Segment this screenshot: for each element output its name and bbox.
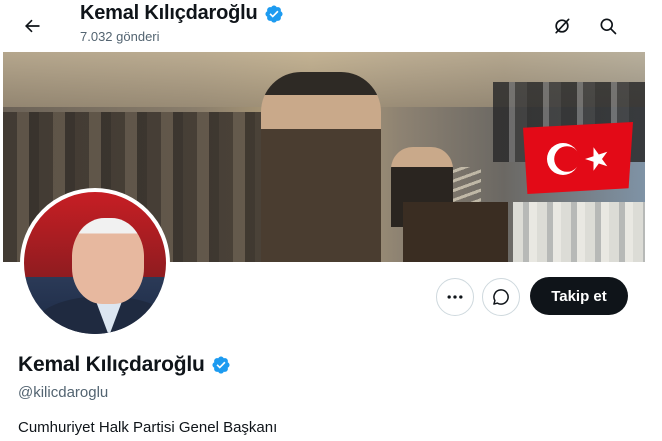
turkish-flag-image <box>523 122 633 194</box>
grok-chat-icon <box>493 289 509 305</box>
header-display-name: Kemal Kılıçdaroğlu <box>80 2 258 24</box>
search-button[interactable] <box>592 10 624 42</box>
grok-icon <box>555 18 570 34</box>
header-name-row: Kemal Kılıçdaroğlu <box>80 2 284 25</box>
grok-chat-button[interactable] <box>482 278 520 316</box>
profile-avatar[interactable] <box>20 188 170 338</box>
verified-badge-icon[interactable] <box>211 355 231 375</box>
search-icon <box>600 18 617 35</box>
back-button[interactable] <box>16 10 48 42</box>
post-count: 7.032 gönderi <box>80 29 160 44</box>
profile-handle: @kilicdaroglu <box>18 384 109 401</box>
profile-top-bar: Kemal Kılıçdaroğlu 7.032 gönderi <box>0 0 662 50</box>
profile-name-row: Kemal Kılıçdaroğlu <box>18 353 231 377</box>
profile-display-name: Kemal Kılıçdaroğlu <box>18 353 205 376</box>
more-options-button[interactable] <box>436 278 474 316</box>
more-icon <box>447 295 463 299</box>
verified-badge-icon <box>265 4 283 23</box>
grok-button[interactable] <box>546 10 578 42</box>
back-arrow-icon <box>25 19 40 33</box>
profile-bio: Cumhuriyet Halk Partisi Genel Başkanı <box>18 419 278 436</box>
follow-button[interactable]: Takip et <box>530 277 628 315</box>
